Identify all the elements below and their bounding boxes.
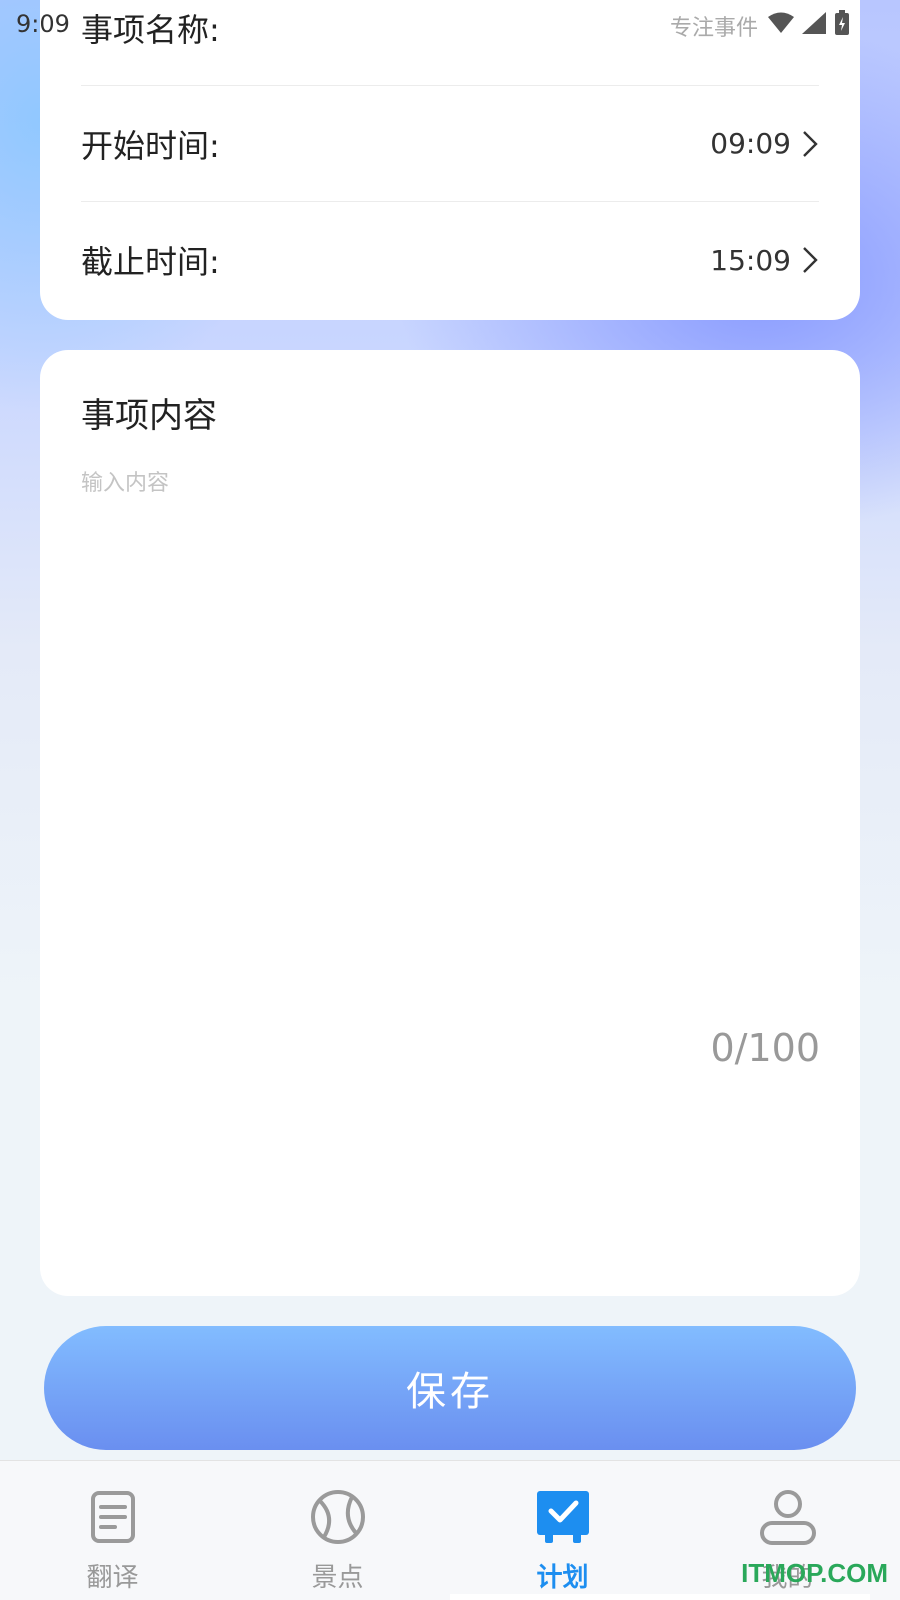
battery-charging-icon: [835, 10, 849, 35]
ball-icon: [310, 1490, 365, 1544]
tab-label: 计划: [536, 1563, 589, 1593]
tab-label: 景点: [311, 1563, 364, 1593]
content-title: 事项内容: [81, 396, 217, 436]
home-indicator: [450, 1594, 870, 1600]
start-time-label: 开始时间:: [81, 126, 220, 165]
chevron-right-icon: [803, 130, 818, 157]
time-card: 事项名称: 开始时间: 09:09 截止时间: 15:09: [40, 0, 860, 320]
watermark: ITMOP.COM: [741, 1558, 888, 1588]
char-counter: 0/100: [710, 1026, 820, 1070]
content-input[interactable]: [81, 465, 821, 1025]
checkbox-icon: [536, 1491, 589, 1543]
tab-plan[interactable]: 计划: [450, 1461, 675, 1600]
content-card: 事项内容 0/100: [40, 350, 860, 1296]
end-time-row[interactable]: 截止时间: 15:09: [81, 202, 819, 318]
chevron-right-icon: [803, 247, 818, 273]
signal-icon: [802, 12, 826, 34]
start-time-row[interactable]: 开始时间: 09:09: [81, 86, 819, 202]
tab-attractions[interactable]: 景点: [225, 1461, 450, 1600]
document-icon: [90, 1491, 135, 1543]
wifi-icon: [768, 12, 794, 33]
save-button[interactable]: 保存: [44, 1326, 856, 1450]
end-time-label: 截止时间:: [81, 243, 220, 281]
status-time: 9:09: [16, 10, 70, 38]
tab-translate[interactable]: 翻译: [0, 1461, 225, 1600]
person-icon: [759, 1490, 816, 1545]
status-bar: 9:09 专注事件: [0, 0, 900, 48]
status-hint: 专注事件: [670, 16, 759, 41]
tab-label: 翻译: [86, 1563, 139, 1593]
end-time-value: 15:09: [710, 243, 791, 277]
start-time-value: 09:09: [710, 127, 791, 160]
